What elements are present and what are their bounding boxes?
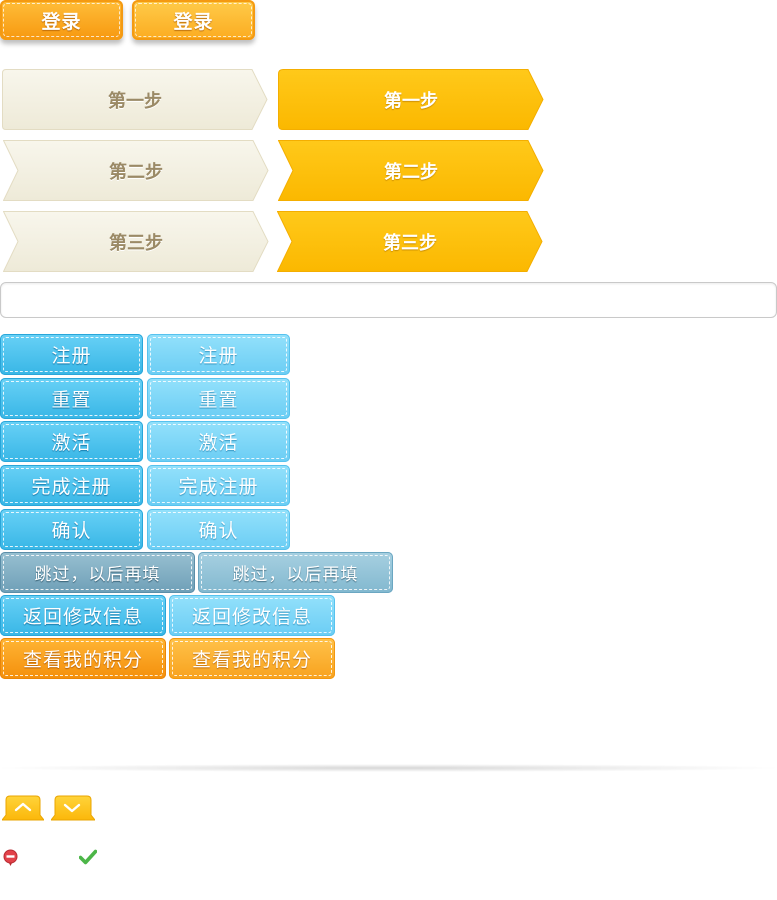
divider [0,764,777,772]
reset-button-hover[interactable]: 重置 [147,378,290,419]
step-1-active-label: 第一步 [384,90,438,112]
complete-registration-button-label: 完成注册 [31,476,112,498]
step-2-inactive[interactable]: 第二步 [3,140,269,201]
text-input[interactable] [0,282,777,318]
reset-button-hover-label: 重置 [198,389,239,411]
register-button-label: 注册 [51,345,92,367]
skip-button-hover[interactable]: 跳过，以后再填 [198,552,393,593]
back-edit-button-label: 返回修改信息 [22,606,143,628]
login-button-hover-label: 登录 [173,10,214,33]
view-points-button[interactable]: 查看我的积分 [0,638,166,679]
register-button-hover-label: 注册 [198,345,239,367]
step-2-active-label: 第二步 [384,161,438,183]
register-button-hover[interactable]: 注册 [147,334,290,375]
scroll-down-tab[interactable] [51,795,95,821]
step-2-active[interactable]: 第二步 [278,140,544,201]
confirm-button-hover[interactable]: 确认 [147,509,290,550]
step-3-active-label: 第三步 [383,232,437,254]
reset-button-label: 重置 [51,389,92,411]
login-button-label: 登录 [41,10,82,33]
check-icon [78,849,98,865]
error-icon [3,849,19,867]
step-3-active[interactable]: 第三步 [277,211,543,272]
confirm-button-label: 确认 [51,520,92,542]
step-1-inactive[interactable]: 第一步 [2,69,268,130]
activate-button[interactable]: 激活 [0,421,143,462]
register-button[interactable]: 注册 [0,334,143,375]
skip-button[interactable]: 跳过，以后再填 [0,552,195,593]
login-button[interactable]: 登录 [0,0,123,40]
step-1-active[interactable]: 第一步 [278,69,544,130]
login-button-hover[interactable]: 登录 [132,0,255,40]
back-edit-button-hover-label: 返回修改信息 [191,606,312,628]
confirm-button-hover-label: 确认 [198,520,239,542]
skip-button-hover-label: 跳过，以后再填 [232,565,359,585]
view-points-button-label: 查看我的积分 [22,649,143,671]
skip-button-label: 跳过，以后再填 [34,565,161,585]
step-2-label: 第二步 [109,161,163,183]
confirm-button[interactable]: 确认 [0,509,143,550]
step-3-inactive[interactable]: 第三步 [3,211,269,272]
view-points-button-hover[interactable]: 查看我的积分 [169,638,335,679]
scroll-up-tab[interactable] [2,795,44,821]
activate-button-hover[interactable]: 激活 [147,421,290,462]
activate-button-hover-label: 激活 [198,432,239,454]
complete-registration-button-hover[interactable]: 完成注册 [147,465,290,506]
view-points-button-hover-label: 查看我的积分 [191,649,312,671]
step-3-label: 第三步 [109,232,163,254]
complete-registration-button-hover-label: 完成注册 [178,476,259,498]
back-edit-button[interactable]: 返回修改信息 [0,595,166,636]
activate-button-label: 激活 [51,432,92,454]
back-edit-button-hover[interactable]: 返回修改信息 [169,595,335,636]
reset-button[interactable]: 重置 [0,378,143,419]
complete-registration-button[interactable]: 完成注册 [0,465,143,506]
step-1-label: 第一步 [108,90,162,112]
